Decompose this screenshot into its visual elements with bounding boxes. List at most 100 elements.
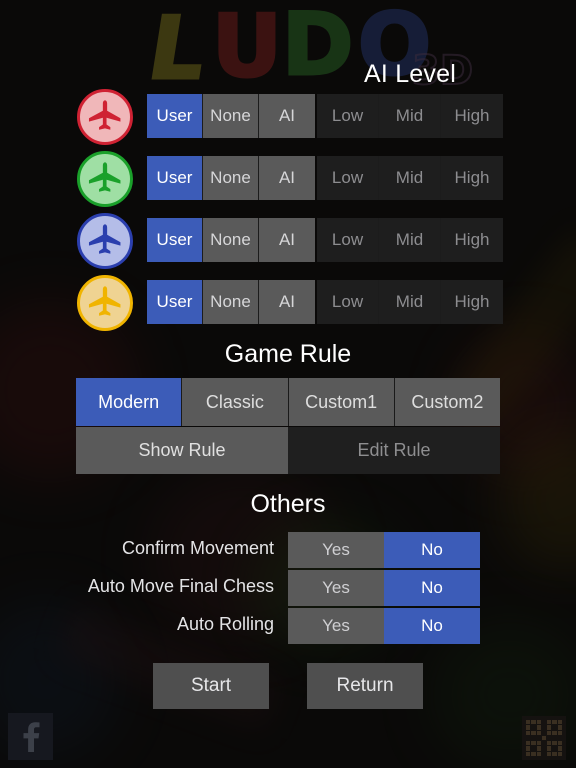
qr-cell	[547, 725, 552, 730]
qr-cell	[552, 720, 557, 725]
player-blue-mode-ai[interactable]: AI	[259, 218, 315, 262]
qr-cell	[536, 725, 541, 730]
qr-cell	[531, 751, 536, 756]
settings-screen: AI Level User None AI Low Mid High User None AI…	[0, 0, 576, 768]
player-blue-level-mid[interactable]: Mid	[379, 218, 441, 262]
edit-rule-button[interactable]: Edit Rule	[288, 427, 500, 474]
qr-cell	[557, 725, 562, 730]
player-red-mode-user[interactable]: User	[147, 94, 203, 138]
qr-cell	[531, 720, 536, 725]
qr-cell	[537, 736, 541, 740]
qr-cell	[542, 746, 546, 750]
player-green-level-low[interactable]: Low	[317, 156, 379, 200]
start-button[interactable]: Start	[153, 663, 269, 709]
other-option-no-button[interactable]: No	[384, 608, 480, 644]
other-option-yes-button[interactable]: Yes	[288, 532, 384, 568]
player-yellow-mode-ai[interactable]: AI	[259, 280, 315, 324]
other-option-yes-button[interactable]: Yes	[288, 608, 384, 644]
player-blue-level-low[interactable]: Low	[317, 218, 379, 262]
player-mode-group-red: User None AI	[147, 94, 315, 138]
qr-cell	[526, 736, 530, 740]
player-level-group-green: Low Mid High	[317, 156, 503, 200]
other-option-toggle: Yes No	[288, 570, 480, 606]
other-option-no-button[interactable]: No	[384, 532, 480, 568]
qr-cell	[531, 741, 536, 746]
facebook-button[interactable]	[8, 713, 53, 760]
player-green-mode-user[interactable]: User	[147, 156, 203, 200]
qr-cell	[531, 746, 535, 750]
game-rule-tab-classic[interactable]: Classic	[182, 378, 289, 426]
player-yellow-mode-none[interactable]: None	[203, 280, 259, 324]
qr-cell	[542, 720, 546, 724]
qr-cell	[557, 746, 562, 751]
qr-cell	[536, 730, 541, 735]
player-level-group-red: Low Mid High	[317, 94, 503, 138]
other-option-yes-button[interactable]: Yes	[288, 570, 384, 606]
player-blue-level-high[interactable]: High	[441, 218, 503, 262]
player-row: User None AI Low Mid High	[0, 213, 576, 269]
airplane-icon	[88, 100, 121, 130]
player-level-group-blue: Low Mid High	[317, 218, 503, 262]
qr-cell	[547, 730, 552, 735]
player-yellow-level-high[interactable]: High	[441, 280, 503, 324]
player-mode-group-yellow: User None AI	[147, 280, 315, 324]
other-option-label: Auto Move Final Chess	[87, 576, 274, 596]
qr-cell	[557, 720, 562, 725]
player-mode-group-blue: User None AI	[147, 218, 315, 262]
qr-cell	[536, 741, 541, 746]
show-rule-button[interactable]: Show Rule	[76, 427, 288, 474]
player-green-level-mid[interactable]: Mid	[379, 156, 441, 200]
other-option-no-button[interactable]: No	[384, 570, 480, 606]
qr-cell	[547, 736, 551, 740]
qr-cell	[558, 736, 562, 740]
qr-cell	[547, 741, 552, 746]
qr-cell	[531, 736, 535, 740]
qr-cell	[552, 725, 556, 729]
qr-cell	[531, 730, 536, 735]
qr-cell	[542, 725, 546, 729]
player-avatar-green	[77, 151, 133, 207]
qr-cell	[536, 751, 541, 756]
qr-code-button[interactable]	[522, 716, 566, 760]
qr-cell	[526, 741, 531, 746]
qr-cell	[536, 720, 541, 725]
player-red-mode-ai[interactable]: AI	[259, 94, 315, 138]
ai-level-heading: AI Level	[364, 60, 456, 88]
player-green-mode-none[interactable]: None	[203, 156, 259, 200]
qr-cell	[541, 735, 547, 741]
player-blue-mode-none[interactable]: None	[203, 218, 259, 262]
game-rule-tab-custom1[interactable]: Custom1	[288, 378, 395, 426]
player-red-level-low[interactable]: Low	[317, 94, 379, 138]
qr-cell	[526, 720, 531, 725]
player-avatar-blue	[77, 213, 133, 269]
return-button[interactable]: Return	[307, 663, 423, 709]
game-rule-tab-custom2[interactable]: Custom2	[394, 378, 500, 426]
player-red-level-mid[interactable]: Mid	[379, 94, 441, 138]
qr-cell	[526, 751, 531, 756]
qr-cell	[531, 725, 535, 729]
player-avatar-red	[77, 89, 133, 145]
game-rule-tab-modern[interactable]: Modern	[76, 378, 183, 426]
player-red-mode-none[interactable]: None	[203, 94, 259, 138]
player-blue-mode-user[interactable]: User	[147, 218, 203, 262]
player-row: User None AI Low Mid High	[0, 89, 576, 145]
qr-cell	[552, 751, 557, 756]
other-option-row: Auto Rolling Yes No	[0, 608, 576, 644]
player-green-level-high[interactable]: High	[441, 156, 503, 200]
qr-cell	[552, 746, 556, 750]
bottom-action-bar: Start Return	[0, 663, 576, 709]
player-red-level-high[interactable]: High	[441, 94, 503, 138]
qr-cell	[547, 751, 552, 756]
airplane-icon	[88, 162, 121, 192]
other-option-row: Confirm Movement Yes No	[0, 532, 576, 568]
other-option-label: Confirm Movement	[121, 538, 274, 558]
player-yellow-level-low[interactable]: Low	[317, 280, 379, 324]
qr-cell	[526, 730, 531, 735]
qr-cell	[552, 736, 556, 740]
player-green-mode-ai[interactable]: AI	[259, 156, 315, 200]
qr-cell	[557, 741, 562, 746]
other-option-toggle: Yes No	[288, 608, 480, 644]
player-yellow-level-mid[interactable]: Mid	[379, 280, 441, 324]
player-yellow-mode-user[interactable]: User	[147, 280, 203, 324]
qr-cell	[557, 751, 562, 756]
